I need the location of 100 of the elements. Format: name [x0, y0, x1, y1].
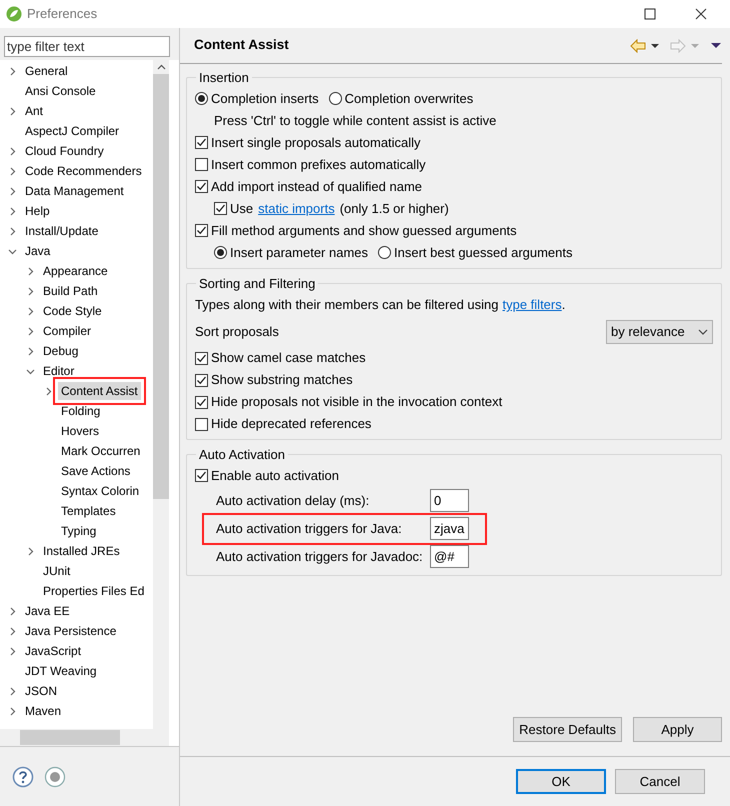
radio-button[interactable]: [195, 92, 208, 105]
tree-item[interactable]: Java: [22, 242, 54, 260]
checkbox[interactable]: [195, 469, 208, 482]
menu-caret-icon[interactable]: [710, 42, 722, 49]
checkbox[interactable]: [195, 352, 208, 364]
checkbox-label[interactable]: Show substring matches: [211, 370, 353, 390]
tree-item[interactable]: AspectJ Compiler: [22, 122, 122, 140]
tree-item[interactable]: JSON: [22, 682, 60, 700]
tree-item[interactable]: Ant: [22, 102, 46, 120]
tree-item[interactable]: Help: [22, 202, 53, 220]
checkbox-label[interactable]: Fill method arguments and show guessed arguments: [211, 220, 517, 240]
radio-label[interactable]: Insert parameter names: [230, 242, 368, 262]
chevron-right-icon[interactable]: [44, 386, 53, 396]
radio-button[interactable]: [378, 246, 392, 259]
checkbox[interactable]: [195, 224, 208, 237]
chevron-right-icon[interactable]: [8, 226, 17, 236]
chevron-right-icon[interactable]: [8, 686, 17, 696]
tree-item[interactable]: Folding: [58, 402, 104, 420]
chevron-right-icon[interactable]: [8, 206, 17, 216]
page-button[interactable]: Apply: [633, 717, 722, 742]
tree-item[interactable]: Maven: [22, 702, 64, 720]
tree-item[interactable]: Ansi Console: [22, 82, 99, 100]
checkbox-label[interactable]: Hide proposals not visible in the invocation context: [211, 392, 502, 412]
link[interactable]: static imports: [258, 198, 335, 218]
chevron-right-icon[interactable]: [8, 66, 17, 76]
tree-item[interactable]: Debug: [40, 342, 82, 360]
chevron-right-icon[interactable]: [8, 646, 17, 656]
tree-item[interactable]: Code Recommenders: [22, 162, 145, 180]
tree-item[interactable]: JDT Weaving: [22, 662, 100, 680]
tree-item[interactable]: JUnit: [40, 562, 74, 580]
tree-item[interactable]: Data Management: [22, 182, 127, 200]
radio-button[interactable]: [328, 92, 342, 105]
checkbox[interactable]: [195, 158, 208, 171]
input-field[interactable]: 0: [430, 489, 469, 512]
chevron-right-icon[interactable]: [26, 326, 35, 336]
checkbox[interactable]: [195, 396, 208, 408]
tree-item[interactable]: JavaScript: [22, 642, 84, 660]
radio-label[interactable]: Completion overwrites: [344, 88, 474, 108]
radio-label[interactable]: Completion inserts: [211, 88, 319, 108]
checkbox-label[interactable]: Insert single proposals automatically: [211, 132, 421, 152]
dialog-button[interactable]: OK: [516, 769, 606, 794]
input-field[interactable]: @#: [430, 545, 469, 568]
checkbox-label[interactable]: Enable auto activation: [211, 466, 339, 486]
checkbox[interactable]: [214, 202, 227, 215]
tree-item[interactable]: Build Path: [40, 282, 101, 300]
chevron-right-icon[interactable]: [8, 146, 17, 156]
tree-item[interactable]: Typing: [58, 522, 100, 540]
checkbox-label[interactable]: Show camel case matches: [211, 348, 366, 368]
chevron-right-icon[interactable]: [8, 706, 17, 716]
chevron-right-icon[interactable]: [26, 546, 35, 556]
checkbox-label[interactable]: Add import instead of qualified name: [211, 176, 422, 196]
tree-item[interactable]: Code Style: [40, 302, 105, 320]
hint-text: Press 'Ctrl' to toggle while content assist is active: [213, 112, 498, 130]
checkbox-label[interactable]: Hide deprecated references: [211, 414, 372, 434]
tree-item[interactable]: Mark Occurren: [58, 442, 144, 460]
checkbox[interactable]: [195, 374, 208, 386]
chevron-right-icon[interactable]: [26, 266, 35, 276]
radio-button[interactable]: [214, 246, 227, 259]
tree-item[interactable]: Install/Update: [22, 222, 102, 240]
tree-item[interactable]: Hovers: [58, 422, 102, 440]
horizontal-scrollbar[interactable]: [0, 729, 169, 746]
chevron-right-icon[interactable]: [8, 186, 17, 196]
chevron-down-icon[interactable]: [8, 246, 17, 256]
link[interactable]: type filters: [502, 295, 562, 315]
checkbox-label[interactable]: Use: [230, 198, 254, 218]
tree-item[interactable]: Editor: [40, 362, 78, 380]
checkbox[interactable]: [195, 418, 208, 430]
checkbox-label[interactable]: Insert common prefixes automatically: [211, 154, 426, 174]
tree-item[interactable]: Appearance: [40, 262, 111, 280]
tree-item[interactable]: Templates: [58, 502, 119, 520]
chevron-right-icon[interactable]: [8, 606, 17, 616]
input-field[interactable]: zjava: [430, 517, 469, 540]
help-icon[interactable]: [12, 766, 34, 788]
chevron-right-icon[interactable]: [26, 286, 35, 296]
tree-item[interactable]: General: [22, 62, 71, 80]
tree-item[interactable]: Content Assist: [58, 382, 141, 400]
tree-item[interactable]: Java EE: [22, 602, 73, 620]
sort-dropdown[interactable]: by relevance: [606, 320, 713, 344]
tree-item[interactable]: Installed JREs: [40, 542, 123, 560]
chevron-right-icon[interactable]: [8, 106, 17, 116]
tree-item[interactable]: Cloud Foundry: [22, 142, 107, 160]
radio-label[interactable]: Insert best guessed arguments: [394, 242, 573, 262]
vertical-scrollbar[interactable]: [153, 60, 169, 729]
chevron-down-icon[interactable]: [26, 366, 35, 376]
chevron-right-icon[interactable]: [8, 166, 17, 176]
tree-item[interactable]: Save Actions: [58, 462, 134, 480]
tree-item[interactable]: Compiler: [40, 322, 94, 340]
checkbox[interactable]: [195, 180, 208, 193]
checkbox[interactable]: [195, 136, 208, 149]
page-button[interactable]: Restore Defaults: [513, 717, 622, 742]
dialog-button[interactable]: Cancel: [615, 769, 705, 794]
chevron-right-icon[interactable]: [26, 306, 35, 316]
tree-item[interactable]: Syntax Colorin: [58, 482, 142, 500]
chevron-right-icon[interactable]: [26, 346, 35, 356]
caret-icon[interactable]: [650, 42, 660, 48]
chevron-right-icon[interactable]: [8, 626, 17, 636]
record-icon[interactable]: [44, 766, 66, 788]
filter-field[interactable]: type filter text: [4, 36, 170, 57]
tree-item[interactable]: Java Persistence: [22, 622, 120, 640]
tree-item[interactable]: Properties Files Ed: [40, 582, 148, 600]
